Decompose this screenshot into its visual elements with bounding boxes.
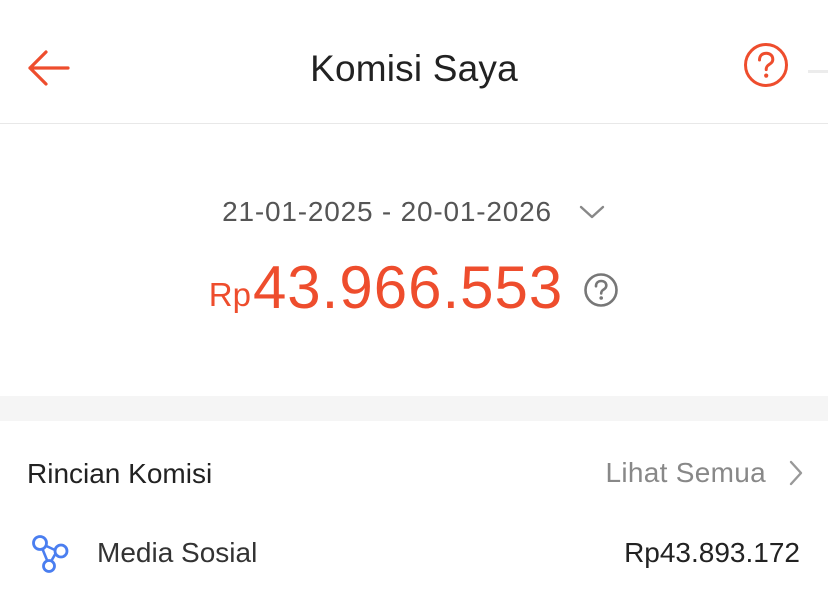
chevron-right-icon — [788, 459, 804, 487]
commission-total: Rp 43.966.553 — [0, 254, 828, 322]
breakdown-title: Rincian Komisi — [27, 458, 213, 489]
commission-breakdown: Rincian Komisi Lihat Semua Media Sosial … — [0, 421, 828, 594]
chevron-down-icon — [578, 203, 606, 221]
currency-label: Rp — [208, 276, 251, 313]
question-circle-icon — [584, 273, 619, 307]
amount-help-button[interactable] — [583, 272, 619, 308]
share-nodes-icon — [30, 532, 72, 574]
see-all-link[interactable]: Lihat Semua — [605, 457, 804, 489]
commission-amount: 43.966.553 — [252, 254, 564, 321]
list-item-label: Media Sosial — [97, 537, 258, 568]
date-range-selector[interactable]: 21-01-2025 - 20-01-2026 — [0, 196, 828, 228]
list-item-value: Rp43.893.172 — [624, 537, 800, 568]
list-item[interactable]: Media Sosial Rp43.893.172 — [0, 531, 828, 575]
help-button[interactable] — [740, 39, 792, 91]
header-edge-divider — [808, 70, 828, 73]
see-all-label: Lihat Semua — [605, 457, 766, 488]
commission-summary: 21-01-2025 - 20-01-2026 Rp 43.966.553 — [0, 124, 828, 396]
page-title: Komisi Saya — [310, 48, 518, 89]
question-circle-icon — [744, 43, 788, 87]
app-header: Komisi Saya — [0, 0, 828, 124]
date-range-text: 21-01-2025 - 20-01-2026 — [222, 196, 552, 227]
section-divider — [0, 396, 828, 421]
